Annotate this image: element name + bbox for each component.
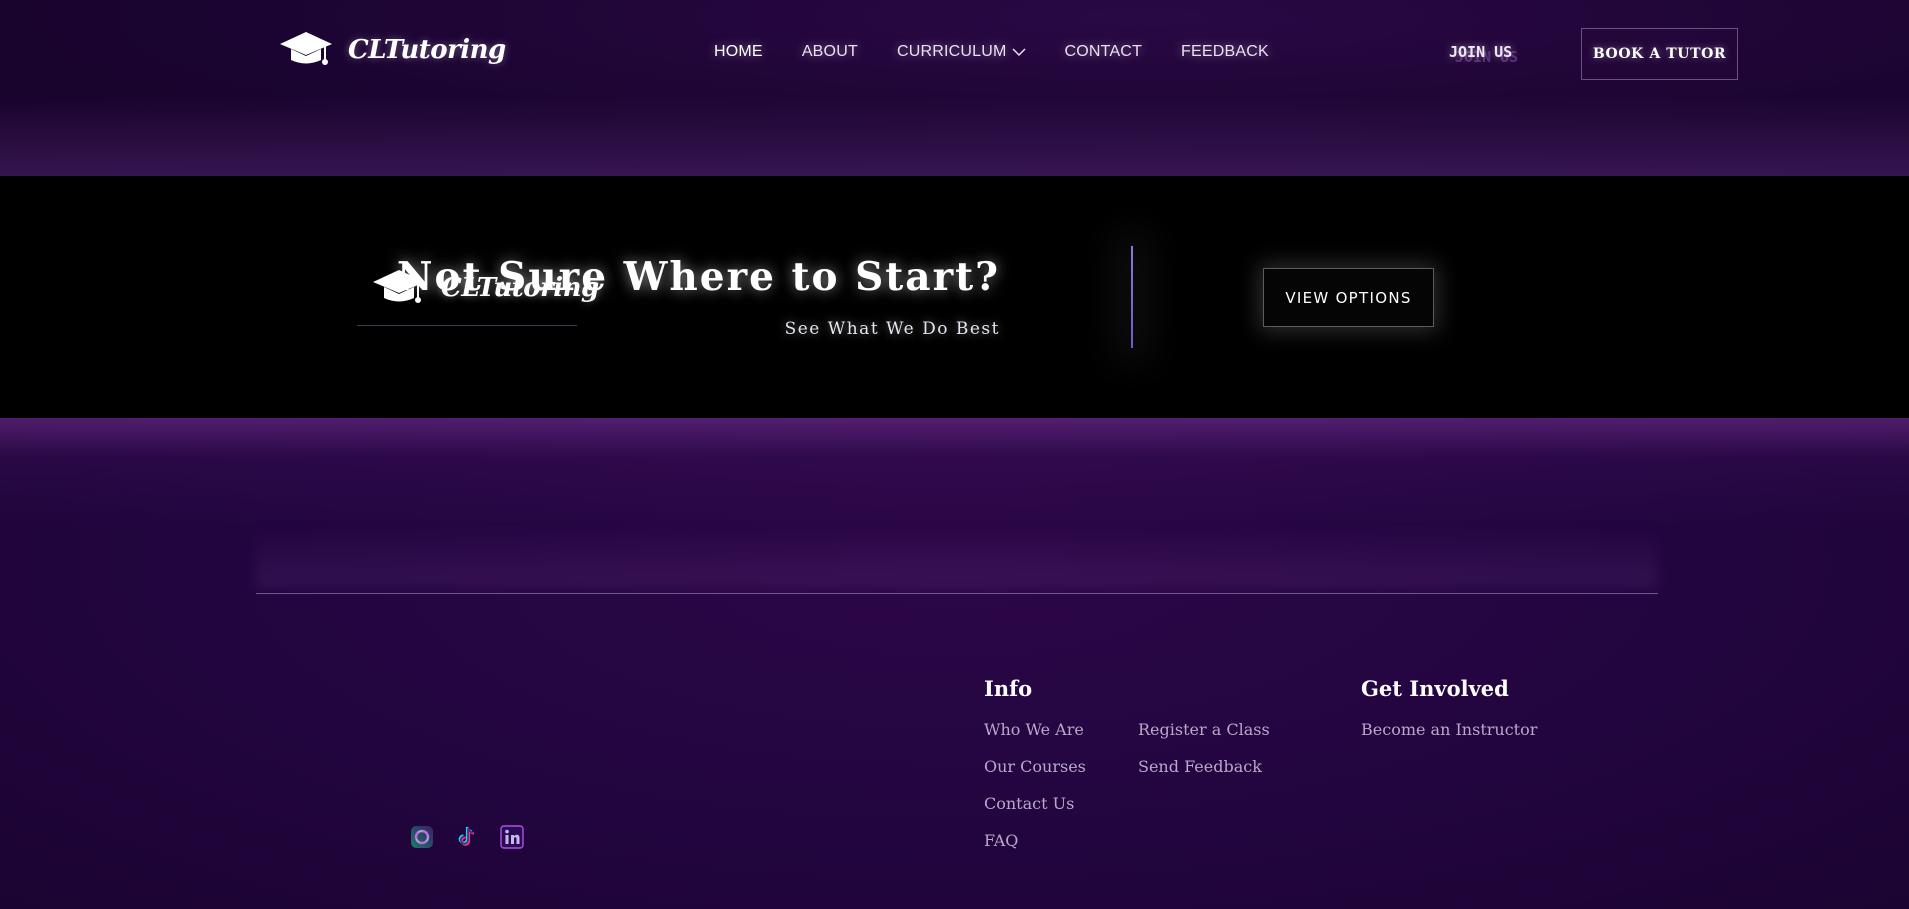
footer-brand-name: CLTutoring: [441, 273, 599, 303]
footer-section: [0, 418, 1909, 909]
instagram-icon[interactable]: [410, 825, 434, 849]
nav-contact-label: CONTACT: [1064, 43, 1143, 60]
header-logo[interactable]: CLTutoring: [278, 30, 506, 70]
join-us-link[interactable]: JOIN US: [1449, 43, 1512, 61]
footer-info-title: Info: [984, 676, 1033, 701]
nav-feedback[interactable]: FEEDBACK: [1181, 43, 1269, 61]
nav-curriculum-label: CURRICULUM: [896, 43, 1007, 60]
site-header: CLTutoring HOME ABOUT CURRICULUM CONTACT…: [0, 0, 1909, 176]
footer-logo[interactable]: CLTutoring: [371, 268, 599, 308]
footer-link-our-courses[interactable]: Our Courses: [984, 757, 1086, 776]
book-a-tutor-button[interactable]: BOOK A TUTOR: [1581, 28, 1738, 80]
footer-link-register-class[interactable]: Register a Class: [1138, 720, 1270, 739]
chevron-down-icon: [1011, 48, 1026, 57]
footer-link-faq[interactable]: FAQ: [984, 831, 1018, 850]
social-links: [410, 825, 545, 849]
footer-link-contact-us[interactable]: Contact Us: [984, 794, 1074, 813]
nav-about[interactable]: ABOUT: [802, 43, 858, 61]
nav-feedback-label: FEEDBACK: [1181, 43, 1269, 60]
tiktok-icon[interactable]: [455, 825, 479, 849]
linkedin-icon[interactable]: [500, 825, 524, 849]
footer-get-involved-title: Get Involved: [1361, 676, 1509, 701]
footer-link-become-instructor[interactable]: Become an Instructor: [1361, 720, 1537, 739]
view-options-button[interactable]: VIEW OPTIONS: [1263, 268, 1434, 327]
nav-curriculum[interactable]: CURRICULUM: [897, 43, 1026, 61]
nav-about-label: ABOUT: [801, 43, 858, 60]
footer-logo-divider: [357, 325, 577, 326]
graduation-cap-icon: [373, 270, 425, 303]
cta-subtitle: See What We Do Best: [784, 319, 1000, 339]
footer-link-send-feedback[interactable]: Send Feedback: [1138, 757, 1262, 776]
nav-home-label: HOME: [714, 43, 763, 60]
glow-band: [256, 526, 1658, 588]
graduation-cap-icon: [280, 32, 332, 65]
brand-name: CLTutoring: [348, 35, 506, 65]
footer-link-who-we-are[interactable]: Who We Are: [984, 720, 1084, 739]
cta-band: Not Sure Where to Start? See What We Do …: [0, 176, 1909, 418]
cta-divider: [1131, 246, 1133, 348]
nav-contact[interactable]: CONTACT: [1065, 43, 1143, 61]
main-nav: HOME ABOUT CURRICULUM CONTACT FEEDBACK: [714, 43, 1308, 61]
footer-divider: [256, 593, 1658, 594]
nav-home[interactable]: HOME: [714, 43, 763, 61]
